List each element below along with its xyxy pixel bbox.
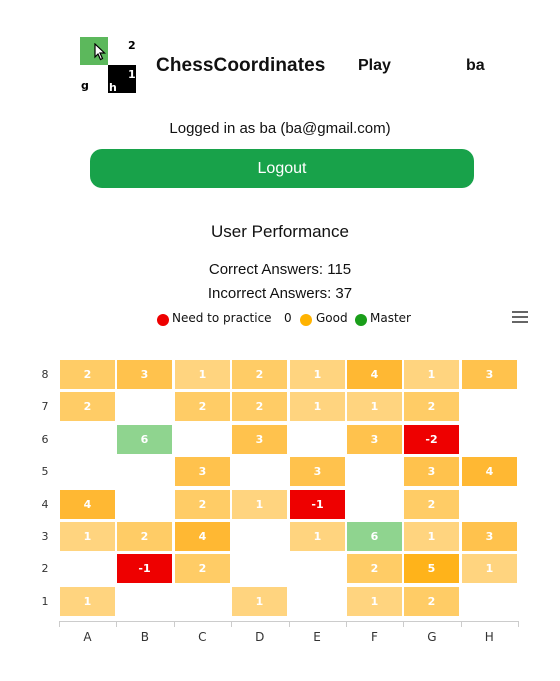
logo-coord-mid: h (109, 81, 117, 94)
x-axis-tick (59, 621, 60, 627)
x-tick-label: A (83, 630, 92, 644)
y-tick-label: 4 (41, 497, 49, 511)
heatmap-cell-g7[interactable]: 2 (404, 392, 459, 421)
logo-coord-left: g (81, 79, 89, 92)
heatmap-cell-b6[interactable]: 6 (117, 425, 172, 454)
logged-in-text: Logged in as ba (ba@gmail.com) (169, 120, 391, 137)
heatmap-cell-e8[interactable]: 1 (290, 360, 345, 389)
x-tick-label: G (427, 630, 437, 644)
nav-user-link[interactable]: ba (466, 57, 485, 75)
heatmap-cell-f8[interactable]: 4 (347, 360, 402, 389)
x-axis-tick (231, 621, 232, 627)
legend-dot-practice[interactable] (157, 314, 169, 326)
brand-title[interactable]: ChessCoordinates (156, 55, 325, 77)
heatmap-cell-e4[interactable]: -1 (290, 490, 345, 519)
performance-title: User Performance (211, 222, 349, 241)
x-axis-tick (289, 621, 290, 627)
heatmap-cell-f3[interactable]: 6 (347, 522, 402, 551)
y-tick-label: 5 (41, 465, 49, 479)
heatmap-cell-a8[interactable]: 2 (60, 360, 115, 389)
x-axis-line (59, 621, 518, 622)
legend-label-good[interactable]: Good (316, 311, 348, 325)
x-tick-label: H (484, 630, 494, 644)
x-axis-tick (461, 621, 462, 627)
heatmap-cell-e3[interactable]: 1 (290, 522, 345, 551)
heatmap-cell-b8[interactable]: 3 (117, 360, 172, 389)
x-axis-tick (116, 621, 117, 627)
x-axis-tick (174, 621, 175, 627)
heatmap-cell-d1[interactable]: 1 (232, 587, 287, 616)
logout-button[interactable]: Logout (90, 149, 474, 188)
chart-legend: Need to practice 0 Good Master (0, 311, 560, 327)
heatmap-cell-c2[interactable]: 2 (175, 554, 230, 583)
cursor-icon (94, 43, 106, 61)
performance-heatmap: 8 7 6 5 4 3 2 1 A B C D E F G H 2 3 1 2 1 4 1 3 2 2 2 1 1 2 6 3 3 -2 3 3 3 4 4… (0, 0, 560, 681)
heatmap-cell-c5[interactable]: 3 (175, 457, 230, 486)
heatmap-cell-f2[interactable]: 2 (347, 554, 402, 583)
legend-label-master[interactable]: Master (370, 311, 411, 325)
heatmap-cell-a1[interactable]: 1 (60, 587, 115, 616)
correct-answers: Correct Answers: 115 (208, 261, 352, 278)
y-tick-label: 1 (41, 594, 49, 608)
logo[interactable]: 2 g h 1 (80, 37, 136, 94)
heatmap-cell-b3[interactable]: 2 (117, 522, 172, 551)
heatmap-cell-f7[interactable]: 1 (347, 392, 402, 421)
y-tick-label: 6 (41, 432, 49, 446)
y-tick-label: 2 (41, 562, 49, 576)
x-axis-tick (346, 621, 347, 627)
heatmap-cell-f6[interactable]: 3 (347, 425, 402, 454)
logo-coord-right: 1 (128, 68, 136, 81)
menu-bar (512, 316, 528, 318)
heatmap-cell-g6[interactable]: -2 (404, 425, 459, 454)
heatmap-cell-e5[interactable]: 3 (290, 457, 345, 486)
heatmap-cell-h3[interactable]: 3 (462, 522, 517, 551)
nav-play-link[interactable]: Play (358, 57, 391, 75)
x-tick-label: C (198, 630, 207, 644)
heatmap-cell-d4[interactable]: 1 (232, 490, 287, 519)
x-tick-label: D (255, 630, 265, 644)
heatmap-cell-d8[interactable]: 2 (232, 360, 287, 389)
heatmap-cell-c4[interactable]: 2 (175, 490, 230, 519)
x-axis-tick (403, 621, 404, 627)
logo-coord-top: 2 (128, 39, 136, 52)
x-tick-label: F (371, 630, 378, 644)
heatmap-cell-d7[interactable]: 2 (232, 392, 287, 421)
heatmap-cell-c7[interactable]: 2 (175, 392, 230, 421)
heatmap-cell-h8[interactable]: 3 (462, 360, 517, 389)
heatmap-cell-g8[interactable]: 1 (404, 360, 459, 389)
heatmap-cell-a7[interactable]: 2 (60, 392, 115, 421)
heatmap-cell-b2[interactable]: -1 (117, 554, 172, 583)
legend-dot-good[interactable] (300, 314, 312, 326)
menu-bar (512, 311, 528, 313)
heatmap-cell-a3[interactable]: 1 (60, 522, 115, 551)
legend-label-practice[interactable]: Need to practice (172, 311, 272, 325)
heatmap-cell-g4[interactable]: 2 (404, 490, 459, 519)
heatmap-cell-c8[interactable]: 1 (175, 360, 230, 389)
chart-menu-icon[interactable] (512, 311, 528, 323)
heatmap-cell-h2[interactable]: 1 (462, 554, 517, 583)
y-tick-label: 7 (41, 400, 49, 414)
heatmap-cell-g3[interactable]: 1 (404, 522, 459, 551)
legend-dot-master[interactable] (355, 314, 367, 326)
incorrect-answers: Incorrect Answers: 37 (207, 285, 353, 302)
heatmap-cell-e7[interactable]: 1 (290, 392, 345, 421)
heatmap-cell-a4[interactable]: 4 (60, 490, 115, 519)
heatmap-cell-g5[interactable]: 3 (404, 457, 459, 486)
heatmap-cell-c3[interactable]: 4 (175, 522, 230, 551)
y-tick-label: 8 (41, 368, 49, 381)
heatmap-cell-d6[interactable]: 3 (232, 425, 287, 454)
header: 2 g h 1 ChessCoordinates Play ba (0, 0, 560, 100)
heatmap-cell-g2[interactable]: 5 (404, 554, 459, 583)
heatmap-cell-g1[interactable]: 2 (404, 587, 459, 616)
heatmap-cell-f1[interactable]: 1 (347, 587, 402, 616)
menu-bar (512, 321, 528, 323)
heatmap-cell-h5[interactable]: 4 (462, 457, 517, 486)
y-tick-label: 3 (41, 530, 49, 543)
x-tick-label: E (313, 630, 321, 644)
x-axis-tick (518, 621, 519, 627)
x-tick-label: B (140, 630, 149, 644)
legend-label-zero[interactable]: 0 (284, 311, 292, 325)
